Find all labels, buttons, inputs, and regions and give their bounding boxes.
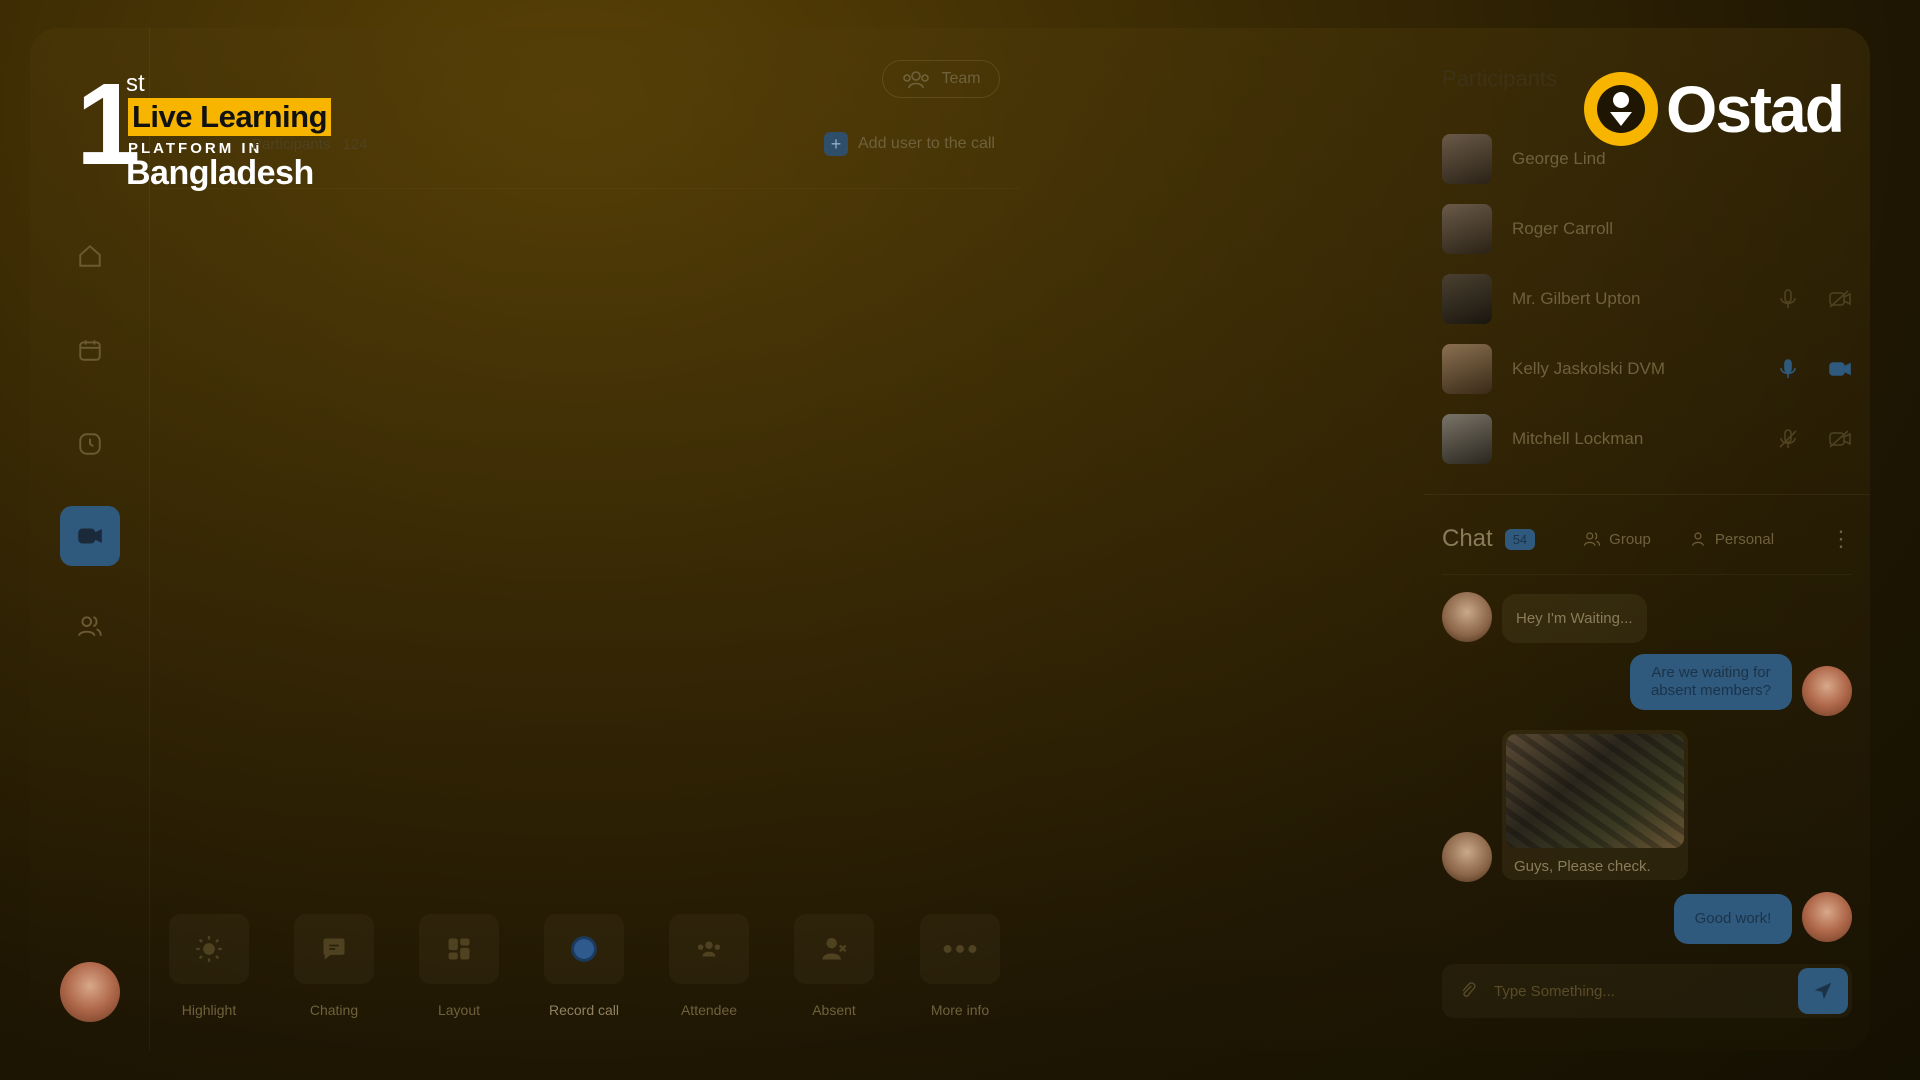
send-button[interactable] — [1798, 968, 1848, 1014]
chat-message-input[interactable] — [1494, 982, 1798, 1000]
participant-avatar — [1442, 204, 1492, 254]
send-icon — [1814, 982, 1832, 1000]
participant-avatar — [1442, 274, 1492, 324]
chat-image-message[interactable]: Guys, Please check. — [1502, 730, 1688, 880]
chat-message-incoming: Hey I'm Waiting... — [1502, 594, 1647, 643]
user-avatar[interactable] — [60, 962, 120, 1022]
sender-avatar — [1442, 592, 1492, 642]
team-button[interactable]: Team — [882, 60, 1000, 98]
more-info-button[interactable]: More info — [920, 914, 1000, 1018]
badge-suffix: st — [126, 70, 145, 97]
badge-highlight: Live Learning — [128, 98, 332, 136]
participants-title: Participants — [1442, 66, 1557, 91]
chat-header: Chat 54 Group Personal ⋮ — [1442, 524, 1852, 554]
add-user-button[interactable]: + Add user to the call — [824, 132, 995, 156]
attach-icon[interactable] — [1458, 981, 1478, 1001]
sender-avatar — [1442, 832, 1492, 882]
absent-label: Absent — [812, 1002, 856, 1018]
layout-icon — [448, 938, 470, 960]
home-icon[interactable] — [60, 226, 120, 286]
camera-off-icon[interactable] — [1828, 427, 1852, 451]
more-options-icon[interactable]: ⋮ — [1830, 528, 1852, 550]
live-learning-badge: 1 st Live Learning PLATFORM IN Banglades… — [76, 66, 376, 196]
tab-group[interactable]: Group — [1583, 530, 1651, 548]
more-icon — [943, 945, 977, 953]
layout-button[interactable]: Layout — [419, 914, 499, 1018]
ostad-logo-text: Ostad — [1666, 72, 1845, 146]
participant-row[interactable]: Roger Carroll — [1442, 204, 1852, 254]
image-caption: Guys, Please check. — [1514, 858, 1651, 875]
chat-divider — [1442, 574, 1852, 575]
my-avatar — [1802, 892, 1852, 942]
person-icon — [1692, 532, 1704, 546]
participants-divider — [1424, 494, 1870, 495]
chat-message-outgoing: Are we waiting for absent members? — [1630, 654, 1792, 710]
team-icon — [903, 71, 930, 89]
absent-icon — [822, 937, 847, 960]
chat-title: Chat — [1442, 525, 1493, 552]
record-call-button[interactable]: Record call — [544, 914, 624, 1018]
participant-row[interactable]: Mr. Gilbert Upton — [1442, 274, 1852, 324]
participant-name: Mr. Gilbert Upton — [1512, 289, 1641, 308]
participant-avatar — [1442, 134, 1492, 184]
chat-count-badge: 54 — [1504, 528, 1536, 550]
attendee-icon — [697, 941, 721, 957]
layout-label: Layout — [437, 1002, 481, 1018]
participant-row[interactable]: Kelly Jaskolski DVM — [1442, 344, 1852, 394]
more-info-label: More info — [930, 1002, 990, 1018]
camera-icon[interactable] — [1828, 357, 1852, 381]
absent-button[interactable]: Absent — [794, 914, 874, 1018]
history-icon[interactable] — [60, 414, 120, 474]
chating-label: Chating — [309, 1002, 359, 1018]
video-icon[interactable] — [60, 506, 120, 566]
attendee-label: Attendee — [680, 1002, 738, 1018]
participant-name: Kelly Jaskolski DVM — [1512, 359, 1666, 378]
record-icon — [571, 936, 597, 962]
highlight-button[interactable]: Highlight — [169, 914, 249, 1018]
my-avatar — [1802, 666, 1852, 716]
tab-group-label: Group — [1609, 530, 1651, 548]
participants-label: Participants 124 — [252, 136, 368, 153]
participants-count: 124 — [342, 136, 368, 153]
participant-name: Mitchell Lockman — [1512, 429, 1644, 448]
camera-off-icon[interactable] — [1828, 287, 1852, 311]
chat-icon — [323, 938, 345, 960]
participant-name: Roger Carroll — [1512, 219, 1614, 238]
mic-icon[interactable] — [1776, 287, 1800, 311]
plus-icon: + — [824, 132, 848, 156]
shared-image[interactable] — [1506, 734, 1684, 848]
chating-button[interactable]: Chating — [294, 914, 374, 1018]
mic-off-icon[interactable] — [1776, 427, 1800, 451]
participant-avatar — [1442, 344, 1492, 394]
team-label: Team — [941, 70, 981, 87]
chat-input-row — [1442, 964, 1852, 1018]
chat-message-outgoing: Good work! — [1674, 894, 1792, 944]
participant-row[interactable]: George Lind — [1442, 134, 1852, 184]
attendee-button[interactable]: Attendee — [669, 914, 749, 1018]
group-icon — [1584, 532, 1601, 546]
participant-avatar — [1442, 414, 1492, 464]
sun-icon — [196, 936, 222, 962]
tab-personal-label: Personal — [1714, 530, 1775, 548]
record-call-label: Record call — [548, 1002, 620, 1018]
participant-name: George Lind — [1512, 149, 1606, 168]
header-divider — [150, 188, 1020, 189]
calendar-icon[interactable] — [60, 320, 120, 380]
users-icon[interactable] — [60, 596, 120, 656]
mic-icon[interactable] — [1776, 357, 1800, 381]
highlight-label: Highlight — [181, 1002, 237, 1018]
add-user-label: Add user to the call — [858, 135, 995, 152]
tab-personal[interactable]: Personal — [1689, 530, 1774, 548]
participant-row[interactable]: Mitchell Lockman — [1442, 414, 1852, 464]
